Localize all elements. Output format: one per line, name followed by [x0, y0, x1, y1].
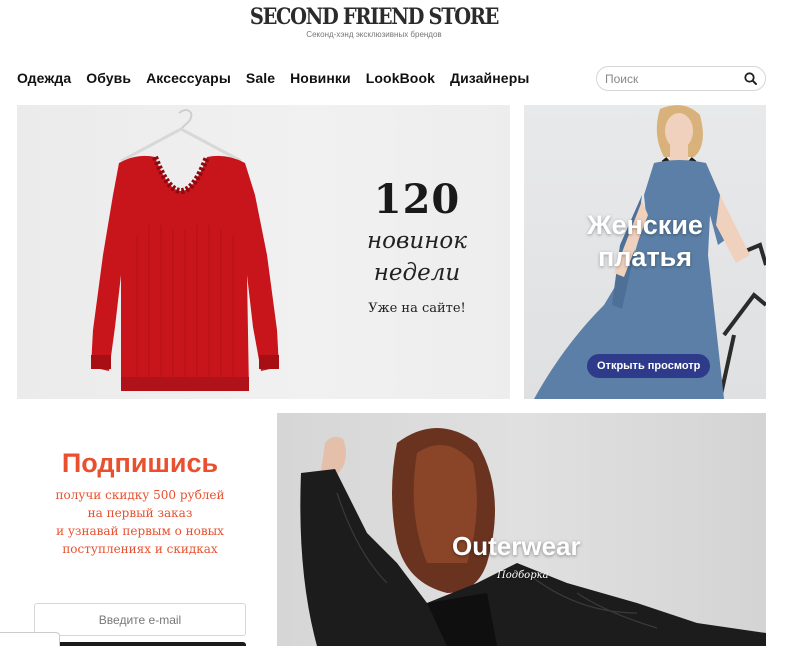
chat-widget-tab[interactable]: [0, 632, 60, 646]
hero-text: 120 новинок недели Уже на сайте!: [332, 175, 502, 316]
new-arrivals-banner[interactable]: 120 новинок недели Уже на сайте!: [17, 105, 510, 399]
outerwear-title: Outerwear: [452, 531, 581, 561]
hero-number: 120: [373, 176, 461, 223]
dresses-title-line-2: платья: [597, 242, 693, 272]
nav-item-designers[interactable]: Дизайнеры: [450, 70, 529, 86]
subscribe-line-1: получи скидку 500 рублей: [55, 488, 225, 502]
dresses-title: Женские платья: [524, 209, 766, 273]
dresses-title-line-1: Женские: [587, 210, 703, 240]
subscribe-line-2: на первый заказ: [87, 506, 193, 520]
red-sweater-image: [91, 109, 279, 391]
leather-jacket-model-image: [300, 428, 766, 646]
site-logo[interactable]: SECOND FRIEND STORE Секонд-хэнд эксклюзи…: [0, 2, 748, 39]
subscribe-text: получи скидку 500 рублей на первый заказ…: [17, 486, 263, 558]
nav-item-shoes[interactable]: Обувь: [86, 70, 131, 86]
womens-dresses-banner[interactable]: Женские платья Открыть просмотр: [524, 105, 766, 399]
subscribe-line-4: поступлениях и скидках: [62, 542, 218, 556]
search-icon[interactable]: [743, 72, 757, 86]
subscribe-line-3: и узнавай первым о новых: [56, 524, 224, 538]
nav-item-lookbook[interactable]: LookBook: [366, 70, 435, 86]
subscribe-button[interactable]: [34, 642, 246, 646]
hero-subtitle: Уже на сайте!: [368, 301, 466, 316]
outerwear-subtitle: Подборка: [497, 570, 549, 581]
open-view-button[interactable]: Открыть просмотр: [587, 354, 711, 378]
hero-line-2: недели: [373, 260, 461, 286]
nav-item-clothes[interactable]: Одежда: [17, 70, 71, 86]
nav-item-new[interactable]: Новинки: [290, 70, 351, 86]
search-input[interactable]: [605, 71, 743, 86]
hero-line-1: новинок: [367, 228, 467, 254]
logo-title: SECOND FRIEND STORE: [249, 4, 499, 30]
search-box: [596, 66, 766, 91]
subscribe-title: Подпишись: [61, 448, 219, 478]
outerwear-banner[interactable]: Outerwear Подборка: [277, 413, 766, 646]
main-nav: Одежда Обувь Аксессуары Sale Новинки Loo…: [17, 66, 544, 90]
nav-item-sale[interactable]: Sale: [246, 70, 275, 86]
nav-item-accessories[interactable]: Аксессуары: [146, 70, 231, 86]
email-field[interactable]: [34, 603, 246, 636]
subscribe-section: Подпишись получи скидку 500 рублей на пе…: [17, 413, 263, 646]
